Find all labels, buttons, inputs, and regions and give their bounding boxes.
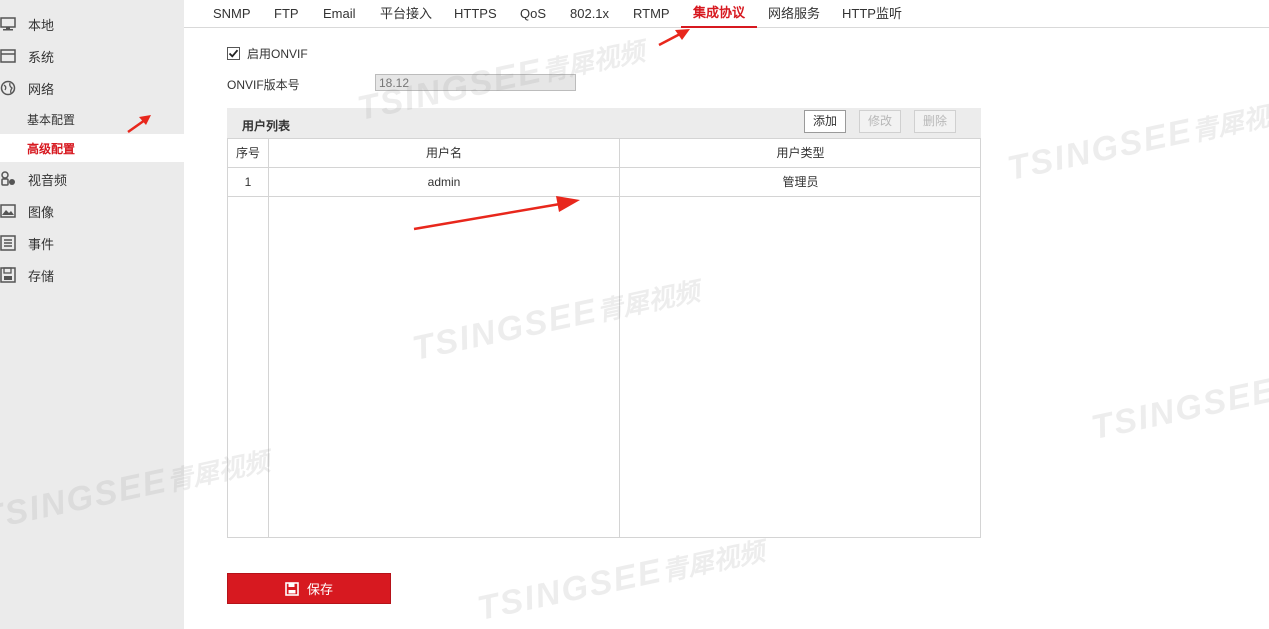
sidebar-item-label: 网络: [28, 81, 55, 97]
column-header-user-type: 用户类型: [776, 146, 825, 160]
storage-icon: [0, 267, 16, 283]
enable-onvif-label: 启用ONVIF: [247, 47, 308, 61]
modify-user-button[interactable]: 修改: [859, 110, 901, 133]
sidebar-item-event[interactable]: 事件: [0, 229, 184, 257]
sidebar-subitem-advanced-config[interactable]: 高级配置: [0, 134, 184, 162]
tab-integration-protocol[interactable]: 集成协议: [681, 0, 758, 28]
row-index-cell: 1: [244, 175, 252, 189]
tab-8021x[interactable]: 802.1x: [570, 0, 609, 28]
column-divider: [619, 139, 620, 537]
arrow-to-integration-tab: [658, 29, 690, 47]
tab-platform-access[interactable]: 平台接入: [380, 0, 432, 28]
watermark: TSINGSEE青犀视频: [474, 530, 768, 629]
image-icon: [0, 203, 16, 219]
watermark-latin: TSINGSEE: [474, 551, 666, 628]
globe-icon: [0, 80, 16, 96]
watermark: TSINGSEE: [1088, 371, 1269, 448]
user-list-title: 用户列表: [242, 119, 291, 133]
watermark-cn: 青犀视频: [659, 535, 768, 587]
tab-https[interactable]: HTTPS: [454, 0, 497, 28]
tab-bar: SNMP FTP Email 平台接入 HTTPS QoS 802.1x RTM…: [184, 0, 1269, 28]
sidebar-item-label: 存储: [28, 268, 55, 284]
sidebar-item-label: 事件: [28, 236, 55, 252]
tab-http-listen[interactable]: HTTP监听: [842, 0, 902, 28]
column-header-username: 用户名: [425, 146, 462, 160]
onvif-version-field[interactable]: [375, 74, 576, 91]
add-user-button[interactable]: 添加: [804, 110, 846, 133]
sidebar-item-image[interactable]: 图像: [0, 197, 184, 225]
sidebar-item-label: 视音频: [28, 172, 68, 188]
watermark-latin: TSINGSEE: [1087, 370, 1269, 448]
tab-qos[interactable]: QoS: [520, 0, 546, 28]
sidebar-subitem-label: 高级配置: [27, 141, 76, 156]
sidebar-subitem-basic-config[interactable]: 基本配置: [0, 105, 184, 133]
tab-email[interactable]: Email: [323, 0, 356, 28]
tab-ftp[interactable]: FTP: [274, 0, 299, 28]
audio-video-icon: [0, 171, 16, 187]
column-header-index: 序号: [235, 146, 260, 160]
sidebar-subitem-label: 基本配置: [27, 112, 76, 127]
sidebar-item-local[interactable]: 本地: [0, 10, 184, 38]
watermark-cn: 青犀视频: [1189, 95, 1269, 147]
row-username-cell: admin: [427, 175, 461, 189]
sidebar-item-audio-video[interactable]: 视音频: [0, 165, 184, 193]
enable-onvif-row: 启用ONVIF: [227, 45, 308, 62]
sidebar-item-label: 本地: [28, 17, 55, 33]
checkmark-icon: [228, 49, 239, 58]
tab-network-service[interactable]: 网络服务: [768, 0, 820, 28]
tab-snmp[interactable]: SNMP: [213, 0, 251, 28]
sidebar-item-system[interactable]: 系统: [0, 42, 184, 70]
sidebar-item-storage[interactable]: 存储: [0, 261, 184, 289]
user-table: 序号 用户名 用户类型 1 admin 管理员: [227, 138, 981, 538]
sidebar-item-label: 系统: [28, 49, 55, 65]
monitor-icon: [0, 16, 16, 32]
event-list-icon: [0, 235, 16, 251]
watermark-latin: TSINGSEE: [1004, 111, 1196, 188]
save-button[interactable]: 保存: [227, 573, 391, 604]
sidebar: 本地 系统 网络 基本配置 高级配置 视音频 图像 事件 存储: [0, 0, 184, 629]
sidebar-item-network[interactable]: 网络: [0, 74, 184, 102]
sidebar-item-label: 图像: [28, 204, 55, 220]
system-window-icon: [0, 48, 16, 64]
user-list-header: 用户列表 添加 修改 删除: [227, 108, 981, 138]
watermark: TSINGSEE青犀视频: [1004, 90, 1269, 189]
save-button-label: 保存: [306, 582, 333, 597]
save-floppy-icon: [285, 581, 299, 596]
column-divider: [268, 139, 269, 537]
enable-onvif-checkbox[interactable]: [227, 47, 240, 60]
delete-user-button[interactable]: 删除: [914, 110, 956, 133]
tab-rtmp[interactable]: RTMP: [633, 0, 670, 28]
row-user-type-cell: 管理员: [782, 175, 819, 189]
onvif-version-label: ONVIF版本号: [227, 78, 300, 92]
